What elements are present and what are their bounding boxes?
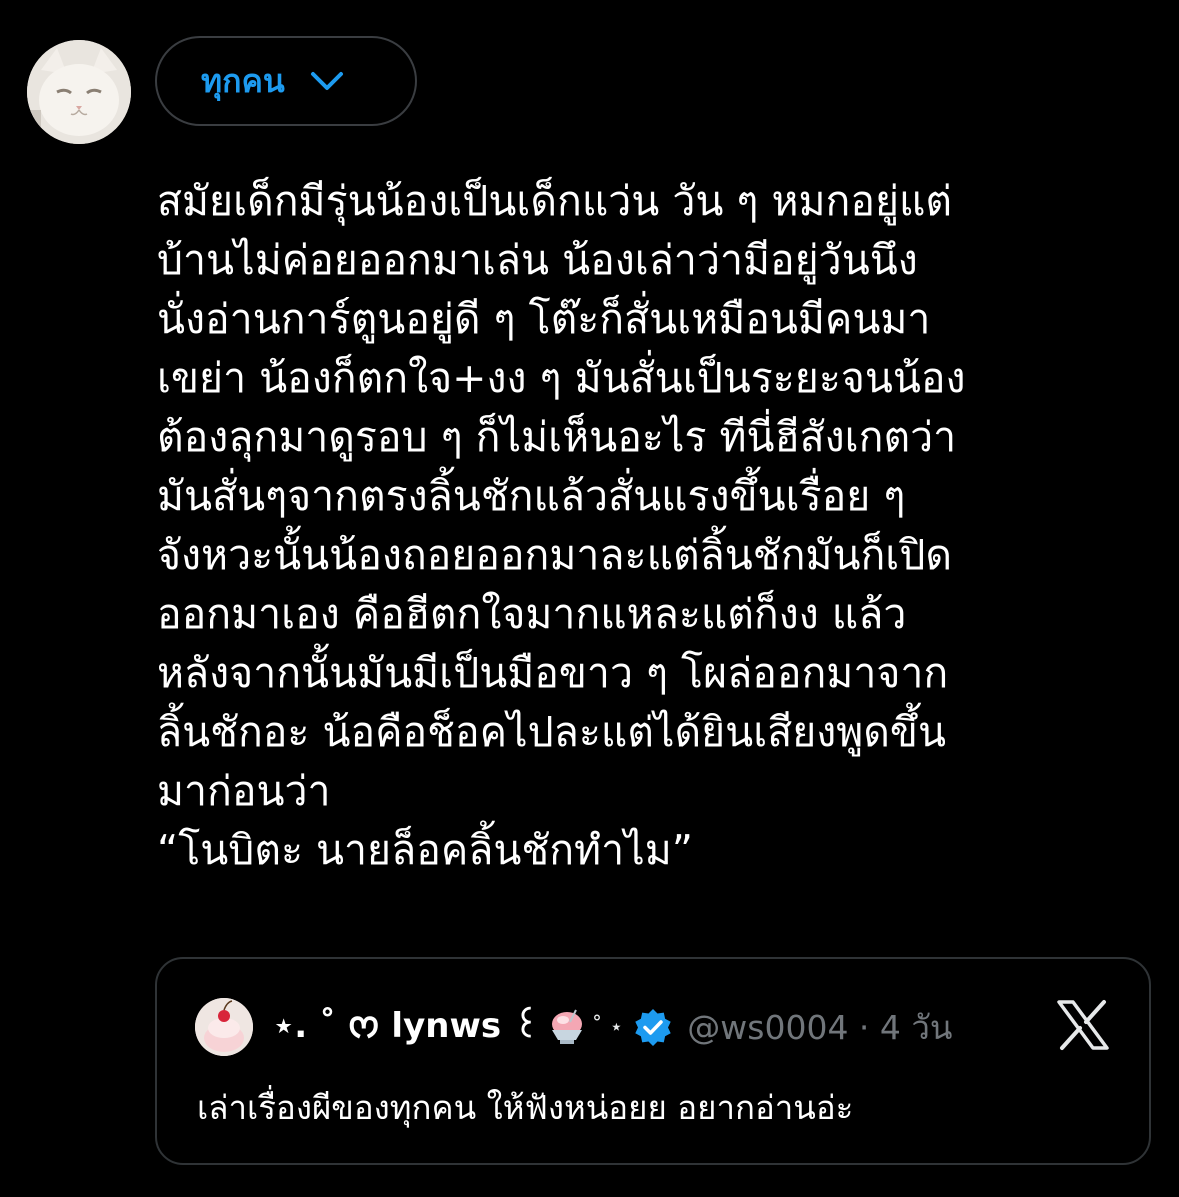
quoted-post-card[interactable]: ⋆. ˚ ᰔ lynws ꒰ ˚ ⋆ @ws0004 · 4 วัน เล่าเ… xyxy=(155,957,1151,1165)
quoted-post-header: ⋆. ˚ ᰔ lynws ꒰ ˚ ⋆ @ws0004 · 4 วัน xyxy=(195,995,953,1059)
chevron-down-icon xyxy=(310,72,343,90)
quoted-display-name[interactable]: ⋆. ˚ ᰔ lynws ꒰ xyxy=(273,1001,540,1053)
quoted-post-text: เล่าเรื่องผีของทุกคน ให้ฟังหน่อยย อยากอ่… xyxy=(197,1088,854,1127)
shaved-ice-icon xyxy=(551,1009,582,1044)
verified-badge-icon xyxy=(635,1009,671,1046)
audience-selector-button[interactable]: ทุกคน xyxy=(155,36,417,126)
post-text: สมัยเด็กมีรุ่นน้องเป็นเด็กแว่น วัน ๆ หมก… xyxy=(157,177,966,874)
author-avatar[interactable] xyxy=(27,40,131,144)
quoted-handle-time: @ws0004 · 4 วัน xyxy=(687,1007,953,1047)
quoted-author-avatar[interactable] xyxy=(195,998,253,1056)
cat-avatar-image xyxy=(27,40,131,144)
x-logo-icon xyxy=(1057,1000,1109,1050)
audience-label: ทุกคน xyxy=(201,61,285,100)
name-decoration: ˚ ⋆ xyxy=(591,1014,624,1040)
dessert-avatar-image xyxy=(195,998,253,1056)
